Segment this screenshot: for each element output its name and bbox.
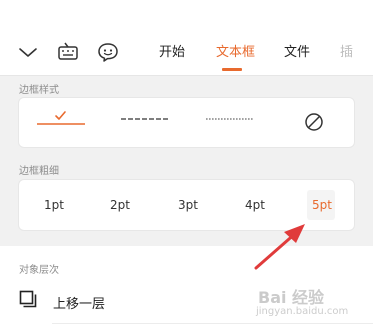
tab-insert[interactable]: 插 bbox=[340, 45, 353, 61]
toolbar: 开始 文本框 文件 插 bbox=[0, 30, 373, 76]
tab-file[interactable]: 文件 bbox=[284, 45, 310, 61]
border-style-label: 边框样式 bbox=[19, 85, 59, 96]
watermark-url: jingyan.baidu.com bbox=[256, 306, 349, 317]
move-up-layer-icon bbox=[19, 290, 37, 308]
border-width-5pt[interactable]: 5pt bbox=[312, 198, 332, 212]
watermark-logo: Bai 经验 bbox=[258, 288, 325, 307]
border-width-1pt[interactable]: 1pt bbox=[44, 198, 64, 212]
border-width-2pt[interactable]: 2pt bbox=[110, 198, 130, 212]
border-width-3pt[interactable]: 3pt bbox=[178, 198, 198, 212]
top-strip bbox=[0, 0, 373, 30]
border-style-solid[interactable] bbox=[35, 108, 87, 128]
move-up-layer-item[interactable]: 上移一层 bbox=[53, 293, 105, 312]
active-tab-indicator bbox=[222, 68, 242, 71]
emoji-icon[interactable] bbox=[97, 41, 119, 63]
checkmark-icon bbox=[55, 111, 66, 120]
tab-start[interactable]: 开始 bbox=[159, 45, 185, 61]
tab-textbox[interactable]: 文本框 bbox=[216, 45, 255, 61]
layer-label: 对象层次 bbox=[19, 265, 59, 276]
keyboard-icon[interactable] bbox=[57, 41, 79, 63]
border-style-dotted[interactable] bbox=[205, 115, 255, 123]
border-style-dashed[interactable] bbox=[120, 115, 170, 123]
border-width-4pt[interactable]: 4pt bbox=[245, 198, 265, 212]
row-divider bbox=[52, 323, 373, 324]
border-style-none-icon[interactable] bbox=[304, 112, 324, 132]
chevron-down-icon[interactable] bbox=[17, 41, 39, 63]
border-width-label: 边框粗细 bbox=[19, 166, 59, 177]
